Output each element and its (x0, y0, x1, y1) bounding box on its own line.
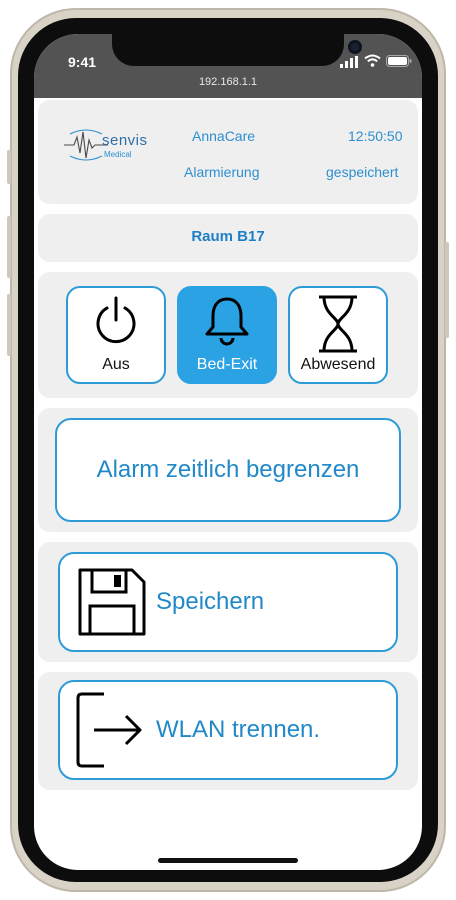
header-clock: 12:50:50 (348, 128, 403, 144)
app-name: AnnaCare (192, 128, 256, 144)
status-bar: 9:41 192.168.1.1 (34, 34, 422, 98)
mode-label-bed-exit: Bed-Exit (196, 356, 258, 373)
save-label: Speichern (156, 588, 265, 615)
status-time: 9:41 (68, 54, 97, 70)
save-status: gespeichert (326, 164, 399, 180)
wlan-card: WLAN trennen. (38, 672, 418, 790)
logout-icon (76, 692, 142, 768)
limit-alarm-button[interactable]: Alarm zeitlich begrenzen (55, 418, 401, 522)
save-card: Speichern (38, 542, 418, 662)
address-bar-url[interactable]: 192.168.1.1 (34, 76, 422, 88)
mode-button-aus[interactable]: Aus (66, 286, 166, 384)
mute-switch (7, 150, 11, 184)
bell-icon (205, 297, 249, 346)
phone-screen: 9:41 192.168.1.1 senvis Medical AnnaCare… (34, 34, 422, 870)
hourglass-icon (319, 295, 357, 353)
cellular-signal-icon (340, 56, 358, 68)
front-camera (348, 40, 362, 54)
room-label: Raum B17 (191, 228, 265, 245)
save-button[interactable]: Speichern (58, 552, 398, 652)
mode-label-abwesend: Abwesend (300, 356, 376, 373)
logo-subtext: Medical (104, 150, 132, 159)
senvis-logo: senvis Medical (64, 128, 147, 167)
wifi-icon (364, 54, 381, 67)
wlan-disconnect-label: WLAN trennen. (156, 716, 321, 743)
mode-label-aus: Aus (102, 356, 130, 373)
mode-card: Aus Bed-Exit Abwesend (38, 272, 418, 398)
volume-down-button (7, 294, 11, 356)
power-side-button (445, 242, 449, 338)
logo-text: senvis (102, 132, 148, 149)
power-icon (96, 296, 136, 344)
home-indicator[interactable] (158, 858, 298, 863)
mode-button-abwesend[interactable]: Abwesend (288, 286, 388, 384)
notch (112, 34, 362, 66)
limit-alarm-label: Alarm zeitlich begrenzen (96, 456, 360, 483)
wlan-disconnect-button[interactable]: WLAN trennen. (58, 680, 398, 780)
floppy-disk-icon (78, 568, 146, 636)
battery-icon (386, 55, 412, 67)
header-subtitle: Alarmierung (184, 164, 260, 180)
limit-card: Alarm zeitlich begrenzen (38, 408, 418, 532)
mode-button-bed-exit[interactable]: Bed-Exit (177, 286, 277, 384)
volume-up-button (7, 216, 11, 278)
room-card: Raum B17 (38, 214, 418, 262)
header-card: senvis Medical AnnaCare 12:50:50 Alarmie… (38, 100, 418, 204)
